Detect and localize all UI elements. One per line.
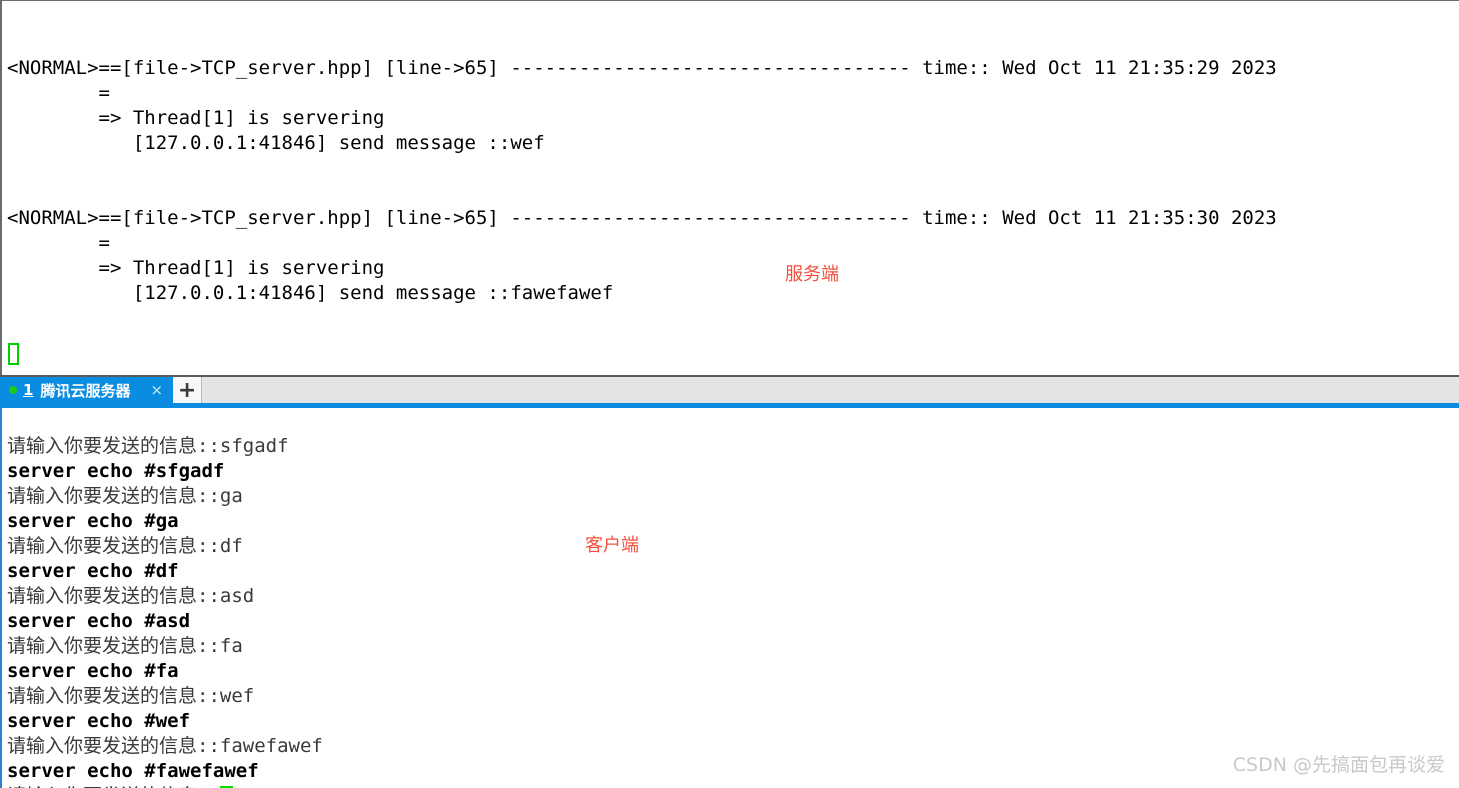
- client-echo-text: server echo #fa: [7, 660, 179, 682]
- client-echo-text: server echo #wef: [7, 710, 191, 732]
- client-prompt-text: 请输入你要发送的信息::asd: [7, 585, 255, 607]
- server-terminal-output: <NORMAL>==[file->TCP_server.hpp] [line->…: [2, 20, 1459, 306]
- client-prompt-text: 请输入你要发送的信息::sfgadf: [7, 435, 289, 457]
- client-prompt-line: 请输入你要发送的信息::fa: [7, 634, 1459, 659]
- green-dot-icon: [9, 386, 17, 394]
- client-prompt-line: 请输入你要发送的信息::df: [7, 534, 1459, 559]
- server-output-line: => Thread[1] is servering: [7, 257, 385, 279]
- server-output-line: [127.0.0.1:41846] send message ::wef: [7, 132, 545, 154]
- client-prompt-text: 请输入你要发送的信息::wef: [7, 685, 255, 707]
- csdn-watermark: CSDN @先搞面包再谈爱: [1232, 754, 1445, 776]
- server-output-line: => Thread[1] is servering: [7, 107, 385, 129]
- client-echo-text: server echo #fawefawef: [7, 760, 259, 782]
- annotation-server-label: 服务端: [785, 264, 839, 285]
- server-terminal-pane[interactable]: <NORMAL>==[file->TCP_server.hpp] [line->…: [0, 0, 1459, 375]
- server-terminal-cursor: [8, 343, 19, 365]
- client-prompt-text: 请输入你要发送的信息::ga: [7, 485, 243, 507]
- client-active-input-line[interactable]: 请输入你要发送的信息::: [7, 784, 1459, 788]
- client-echo-line: server echo #df: [7, 559, 1459, 584]
- tab-title-label: 腾讯云服务器: [40, 381, 131, 400]
- client-prompt-line: 请输入你要发送的信息::sfgadf: [7, 434, 1459, 459]
- client-echo-line: server echo #ga: [7, 509, 1459, 534]
- tab-index-label: 1: [23, 381, 34, 399]
- client-echo-text: server echo #df: [7, 560, 179, 582]
- client-prompt-text: 请输入你要发送的信息::df: [7, 535, 243, 557]
- client-echo-line: server echo #asd: [7, 609, 1459, 634]
- annotation-client-label: 客户端: [585, 535, 639, 556]
- client-prompt-text: 请输入你要发送的信息::fa: [7, 635, 243, 657]
- server-output-line: <NORMAL>==[file->TCP_server.hpp] [line->…: [7, 57, 1277, 79]
- tab-bar-empty-area: [202, 377, 1459, 403]
- client-echo-line: server echo #sfgadf: [7, 459, 1459, 484]
- client-prompt-line: 请输入你要发送的信息::asd: [7, 584, 1459, 609]
- tab-tencent-cloud-server[interactable]: 1 腾讯云服务器 ×: [0, 377, 174, 403]
- client-prompt-line: 请输入你要发送的信息::wef: [7, 684, 1459, 709]
- add-tab-button[interactable]: +: [173, 377, 203, 403]
- terminal-tab-bar: 1 腾讯云服务器 × +: [0, 375, 1459, 408]
- close-icon[interactable]: ×: [148, 381, 165, 399]
- client-echo-line: server echo #wef: [7, 709, 1459, 734]
- client-terminal-pane[interactable]: 请输入你要发送的信息::sfgadfserver echo #sfgadf请输入…: [0, 408, 1459, 788]
- client-prompt-line: 请输入你要发送的信息::ga: [7, 484, 1459, 509]
- client-prompt-text: 请输入你要发送的信息::fawefawef: [7, 735, 323, 757]
- server-output-line: <NORMAL>==[file->TCP_server.hpp] [line->…: [7, 207, 1277, 229]
- client-echo-text: server echo #ga: [7, 510, 179, 532]
- server-output-line: [7, 156, 1459, 181]
- client-terminal-output: 请输入你要发送的信息::sfgadfserver echo #sfgadf请输入…: [2, 427, 1459, 788]
- server-output-line: [7, 181, 1459, 206]
- server-output-line: =: [7, 232, 110, 254]
- client-echo-text: server echo #asd: [7, 610, 191, 632]
- client-echo-text: server echo #sfgadf: [7, 460, 225, 482]
- server-output-line: [127.0.0.1:41846] send message ::fawefaw…: [7, 282, 614, 304]
- server-output-line: =: [7, 82, 110, 104]
- client-echo-line: server echo #fa: [7, 659, 1459, 684]
